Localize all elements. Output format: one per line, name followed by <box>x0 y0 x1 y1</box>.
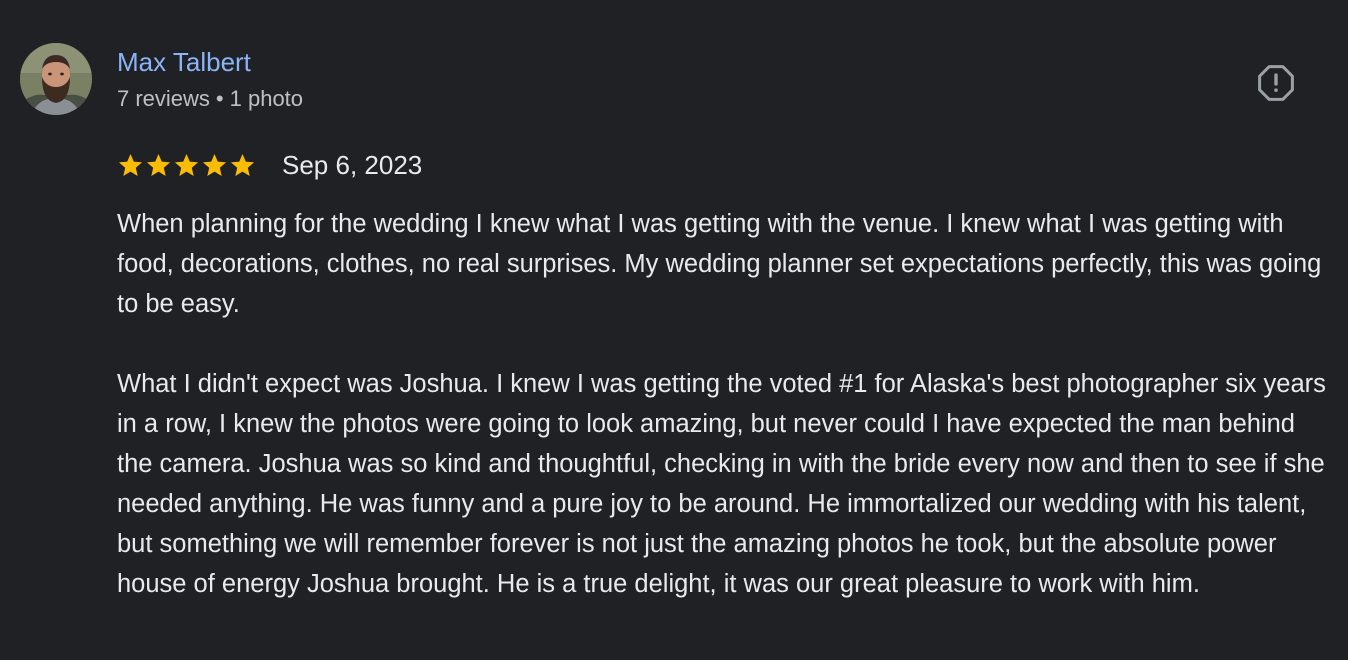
review-card: Max Talbert 7 reviews • 1 photo Sep 6, 202… <box>0 0 1348 660</box>
star-rating <box>117 152 257 179</box>
review-count: 7 reviews <box>117 86 210 111</box>
star-icon <box>202 153 227 176</box>
review-date: Sep 6, 2023 <box>282 150 423 180</box>
star-icon <box>118 153 143 176</box>
separator-dot: • <box>215 86 224 111</box>
rating-row: Sep 6, 2023 <box>117 149 422 181</box>
star-icon <box>146 153 171 176</box>
author-stats: 7 reviews • 1 photo <box>117 86 303 112</box>
star-icon <box>174 153 199 176</box>
author-name-link[interactable]: Max Talbert <box>117 47 251 77</box>
photo-count: 1 photo <box>229 86 304 111</box>
author-avatar[interactable] <box>20 43 92 115</box>
review-text: When planning for the wedding I knew wha… <box>117 210 1326 598</box>
alert-circle-icon <box>1258 65 1294 101</box>
star-icon <box>230 153 255 176</box>
avatar-photo-icon <box>20 43 92 115</box>
report-review-button[interactable] <box>1256 63 1296 103</box>
